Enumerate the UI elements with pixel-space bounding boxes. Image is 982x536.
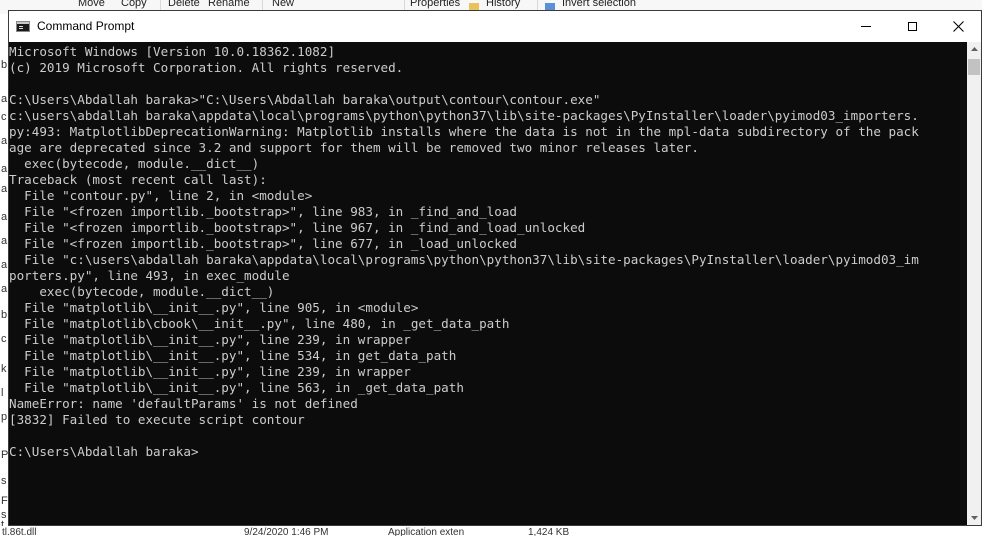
nav-fragment: p <box>1 411 8 423</box>
file-type: Application exten <box>388 527 465 536</box>
nav-fragment: s <box>1 475 7 487</box>
nav-fragment: b <box>1 59 8 71</box>
console-line: File "matplotlib\__init__.py", line 563,… <box>9 380 464 395</box>
nav-fragment: c <box>1 111 7 123</box>
title-bar[interactable]: Command Prompt <box>9 11 981 42</box>
console-line: py:493: MatplotlibDeprecationWarning: Ma… <box>9 124 919 139</box>
console-line: exec(bytecode, module.__dict__) <box>9 156 260 171</box>
nav-fragment: a <box>1 283 8 295</box>
nav-fragment: a <box>1 211 8 223</box>
console-line: C:\Users\Abdallah baraka> <box>9 444 199 459</box>
console-line: File "contour.py", line 2, in <module> <box>9 188 313 203</box>
console-line: Traceback (most recent call last): <box>9 172 267 187</box>
maximize-icon <box>907 22 917 31</box>
ribbon-history[interactable]: History <box>486 0 520 9</box>
console-line: File "matplotlib\__init__.py", line 239,… <box>9 364 411 379</box>
chevron-up-icon <box>970 47 978 51</box>
nav-fragment: c <box>1 333 7 345</box>
ribbon-move[interactable]: Move <box>78 0 105 9</box>
maximize-button[interactable] <box>889 11 935 42</box>
desktop: Move Copy Delete Rename New Properties H… <box>0 0 982 536</box>
nav-fragment: P <box>1 449 8 461</box>
console-line: C:\Users\Abdallah baraka>"C:\Users\Abdal… <box>9 92 601 107</box>
file-name[interactable]: tl.86t.dll <box>2 528 36 536</box>
ribbon-properties[interactable]: Properties <box>410 0 460 9</box>
console-line: File "matplotlib\__init__.py", line 905,… <box>9 300 419 315</box>
nav-fragment: a <box>1 235 8 247</box>
nav-fragment: F <box>1 495 8 507</box>
minimize-icon <box>861 26 871 27</box>
console-line: c:\users\abdallah baraka\appdata\local\p… <box>9 108 919 123</box>
console-line: Microsoft Windows [Version 10.0.18362.10… <box>9 44 336 59</box>
ribbon-new[interactable]: New <box>272 0 294 9</box>
ribbon-rename[interactable]: Rename <box>208 0 250 9</box>
nav-fragment: a <box>1 93 8 105</box>
file-date: 9/24/2020 1:46 PM <box>244 527 329 536</box>
console-line: File "matplotlib\__init__.py", line 534,… <box>9 348 457 363</box>
file-size: 1,424 KB <box>528 527 570 536</box>
console-line: File "<frozen importlib._bootstrap>", li… <box>9 204 517 219</box>
minimize-button[interactable] <box>843 11 889 42</box>
window-title: Command Prompt <box>37 19 135 33</box>
nav-fragment: b <box>1 309 8 321</box>
background-explorer-file-row[interactable]: tl.86t.dll 9/24/2020 1:46 PM Application… <box>0 526 982 536</box>
nav-fragment: a <box>1 259 8 271</box>
console-output[interactable]: Microsoft Windows [Version 10.0.18362.10… <box>9 42 967 525</box>
vertical-scrollbar[interactable] <box>967 42 981 525</box>
background-explorer-nav: b a c a a a a a a a b c k l p P s F s t <box>0 14 8 526</box>
scroll-down-button[interactable] <box>967 511 981 525</box>
console-line: NameError: name 'defaultParams' is not d… <box>9 396 358 411</box>
console-line: File "c:\users\abdallah baraka\appdata\l… <box>9 252 919 267</box>
ribbon-delete[interactable]: Delete <box>168 0 200 9</box>
console-line: (c) 2019 Microsoft Corporation. All righ… <box>9 60 404 75</box>
ribbon-copy[interactable]: Copy <box>121 0 147 9</box>
console-line: age are deprecated since 3.2 and support… <box>9 140 699 155</box>
command-prompt-window[interactable]: Command Prompt Microsoft Windows [Versio… <box>8 10 982 526</box>
console-line: File "<frozen importlib._bootstrap>", li… <box>9 236 517 251</box>
console-line: [3832] Failed to execute script contour <box>9 412 305 427</box>
nav-fragment: a <box>1 135 8 147</box>
ribbon-invert-selection[interactable]: Invert selection <box>562 0 636 9</box>
nav-fragment: a <box>1 183 8 195</box>
command-prompt-icon[interactable] <box>16 21 30 32</box>
nav-fragment: k <box>1 363 7 375</box>
scrollbar-thumb[interactable] <box>968 59 980 75</box>
console-line: File "matplotlib\cbook\__init__.py", lin… <box>9 316 510 331</box>
nav-fragment: a <box>1 163 8 175</box>
console-line: exec(bytecode, module.__dict__) <box>9 284 275 299</box>
console-line: File "<frozen importlib._bootstrap>", li… <box>9 220 586 235</box>
nav-fragment: l <box>1 387 4 399</box>
console-text: Microsoft Windows [Version 10.0.18362.10… <box>9 42 967 460</box>
close-icon <box>952 21 964 32</box>
console-line: porters.py", line 493, in exec_module <box>9 268 290 283</box>
chevron-down-icon <box>970 516 978 520</box>
console-line: File "matplotlib\__init__.py", line 239,… <box>9 332 411 347</box>
close-button[interactable] <box>935 11 981 42</box>
scroll-up-button[interactable] <box>967 42 981 56</box>
